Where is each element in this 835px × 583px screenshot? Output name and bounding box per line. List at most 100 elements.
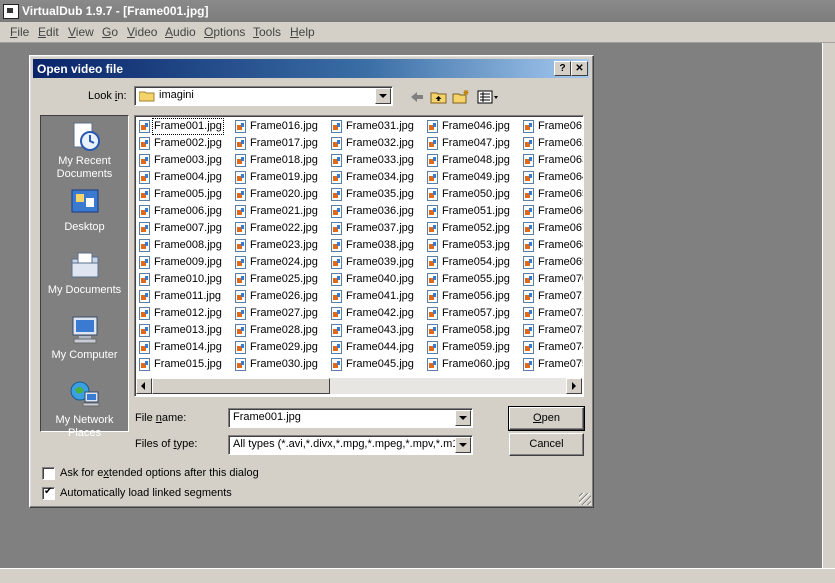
dialog-titlebar: Open video file ? ✕ — [33, 59, 589, 78]
resize-grip[interactable] — [579, 493, 591, 505]
file-name: Frame056.jpg — [442, 290, 510, 302]
jpg-file-icon — [235, 324, 246, 337]
jpg-file-icon — [235, 239, 246, 252]
new-folder-icon[interactable] — [452, 89, 470, 105]
menu-tools[interactable]: Tools — [253, 25, 281, 39]
close-button[interactable]: ✕ — [571, 61, 588, 76]
recent-documents-icon — [73, 122, 100, 151]
file-name: Frame050.jpg — [442, 188, 510, 200]
file-name: Frame024.jpg — [250, 256, 318, 268]
jpg-file-icon — [523, 307, 534, 320]
file-name: Frame014.jpg — [154, 341, 222, 353]
open-button[interactable]: Open — [508, 406, 585, 431]
auto-load-linked-segments-checkbox[interactable] — [42, 486, 55, 500]
files-of-type-dropdown[interactable]: All types (*.avi,*.divx,*.mpg,*.mpeg,*.m… — [228, 435, 473, 455]
file-name-input[interactable]: Frame001.jpg — [228, 408, 473, 428]
jpg-file-icon — [235, 120, 246, 133]
file-name: Frame040.jpg — [346, 273, 414, 285]
jpg-file-icon — [331, 120, 342, 133]
back-arrow-icon[interactable] — [408, 89, 426, 105]
auto-load-linked-segments-label[interactable]: Automatically load linked segments — [60, 487, 232, 499]
menu-video[interactable]: Video — [127, 25, 157, 39]
jpg-file-icon — [235, 290, 246, 303]
files-of-type-value: All types (*.avi,*.divx,*.mpg,*.mpeg,*.m… — [233, 438, 455, 450]
file-name: Frame017.jpg — [250, 137, 318, 149]
file-list[interactable]: Frame001.jpg Frame002.jpg Frame003.jpg Fram… — [134, 115, 584, 397]
jpg-file-icon — [523, 137, 534, 150]
jpg-file-icon — [139, 341, 150, 354]
jpg-file-icon — [427, 137, 438, 150]
jpg-file-icon — [235, 188, 246, 201]
view-menu-icon[interactable] — [477, 89, 501, 105]
jpg-file-icon — [331, 273, 342, 286]
place-my-network-places[interactable]: My Network Places — [41, 379, 128, 440]
jpg-file-icon — [427, 273, 438, 286]
jpg-file-icon — [331, 324, 342, 337]
menu-edit[interactable]: Edit — [38, 25, 59, 39]
files-of-type-label: Files of type: — [135, 438, 198, 450]
file-name-label: File name: — [135, 412, 187, 424]
file-name: Frame012.jpg — [154, 307, 222, 319]
file-name: Frame074.jpg — [538, 341, 583, 353]
file-name: Frame036.jpg — [346, 205, 414, 217]
scroll-right-button[interactable] — [566, 378, 582, 394]
ask-extended-options-label[interactable]: Ask for extended options after this dial… — [60, 467, 259, 479]
jpg-file-icon — [427, 120, 438, 133]
chevron-down-icon[interactable] — [455, 437, 471, 453]
scrollbar-thumb[interactable] — [152, 378, 330, 394]
menu-help[interactable]: Help — [290, 25, 315, 39]
place-desktop[interactable]: Desktop — [41, 186, 128, 234]
file-name: Frame029.jpg — [250, 341, 318, 353]
right-panel-edge — [822, 43, 835, 573]
up-one-level-icon[interactable] — [430, 89, 448, 105]
jpg-file-icon — [139, 137, 150, 150]
file-name: Frame064.jpg — [538, 171, 583, 183]
place-my-computer[interactable]: My Computer — [41, 314, 128, 362]
menu-file[interactable]: File — [10, 25, 29, 39]
menu-go[interactable]: Go — [102, 25, 118, 39]
place-my-recent-documents[interactable]: My Recent Documents — [41, 120, 128, 181]
jpg-file-icon — [139, 120, 150, 133]
file-name: Frame065.jpg — [538, 188, 583, 200]
file-name: Frame001.jpg — [152, 118, 224, 135]
file-name: Frame058.jpg — [442, 324, 510, 336]
cancel-button[interactable]: Cancel — [509, 433, 584, 456]
look-in-dropdown[interactable]: imagini — [134, 86, 393, 106]
jpg-file-icon — [427, 239, 438, 252]
menu-audio[interactable]: Audio — [165, 25, 196, 39]
jpg-file-icon — [139, 307, 150, 320]
jpg-file-icon — [427, 171, 438, 184]
file-name: Frame006.jpg — [154, 205, 222, 217]
menu-options[interactable]: Options — [204, 25, 245, 39]
jpg-file-icon — [427, 290, 438, 303]
jpg-file-icon — [523, 222, 534, 235]
jpg-file-icon — [331, 239, 342, 252]
file-name: Frame020.jpg — [250, 188, 318, 200]
chevron-down-icon[interactable] — [375, 88, 391, 104]
ask-extended-options-checkbox[interactable] — [42, 467, 55, 480]
place-label: My Computer — [51, 349, 118, 361]
help-button[interactable]: ? — [554, 61, 571, 76]
file-name: Frame049.jpg — [442, 171, 510, 183]
jpg-file-icon — [235, 256, 246, 269]
virtualdub-app-icon[interactable] — [3, 4, 19, 19]
file-name: Frame070.jpg — [538, 273, 583, 285]
scroll-left-button[interactable] — [136, 378, 152, 394]
chevron-down-icon[interactable] — [455, 410, 471, 426]
jpg-file-icon — [331, 154, 342, 167]
file-name: Frame054.jpg — [442, 256, 510, 268]
horizontal-scrollbar[interactable] — [136, 378, 582, 394]
jpg-file-icon — [523, 239, 534, 252]
file-name: Frame062.jpg — [538, 137, 583, 149]
jpg-file-icon — [139, 290, 150, 303]
jpg-file-icon — [235, 307, 246, 320]
jpg-file-icon — [235, 341, 246, 354]
places-bar: My Recent Documents Desktop My Documents… — [40, 115, 129, 439]
jpg-file-icon — [235, 137, 246, 150]
menu-view[interactable]: View — [68, 25, 94, 39]
jpg-file-icon — [139, 222, 150, 235]
jpg-file-icon — [139, 358, 150, 371]
jpg-file-icon — [331, 341, 342, 354]
place-my-documents[interactable]: My Documents — [41, 249, 128, 297]
file-name: Frame039.jpg — [346, 256, 414, 268]
